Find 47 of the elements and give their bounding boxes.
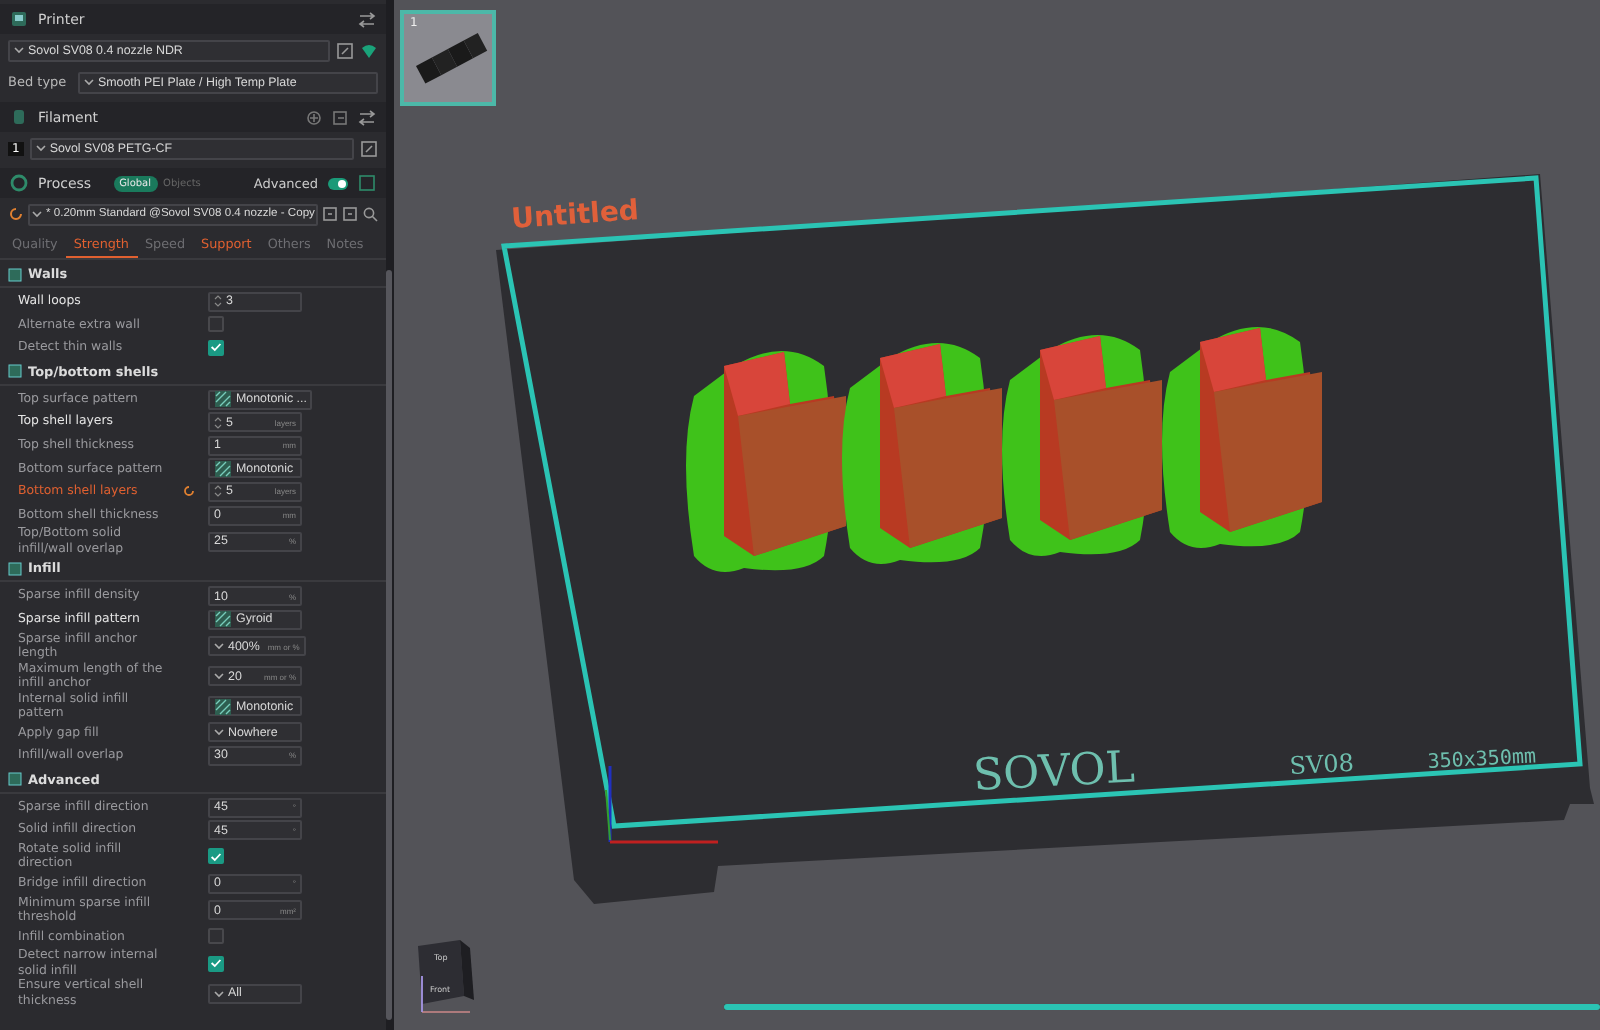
checkmark-icon (210, 342, 222, 353)
bed-size-text: 350x350mm (1427, 746, 1537, 774)
pattern-icon (214, 459, 232, 478)
checkmark-icon (210, 958, 222, 969)
edit-icon[interactable] (360, 139, 378, 157)
wifi-icon[interactable] (360, 41, 378, 59)
section-icon (8, 772, 22, 787)
swap-icon[interactable] (358, 11, 376, 27)
section-icon (8, 267, 22, 281)
spinner-icon[interactable] (214, 294, 222, 309)
reset-icon[interactable] (8, 206, 24, 222)
checkmark-icon (210, 851, 222, 862)
bed-brand-text: SOVOL (972, 743, 1137, 802)
caret-icon (214, 672, 224, 681)
reset-icon[interactable] (181, 484, 195, 499)
search-icon[interactable] (362, 206, 378, 222)
caret-icon (214, 728, 224, 737)
caret-icon (214, 642, 224, 651)
caret-icon (35, 144, 46, 152)
view-cube-drawing (418, 940, 474, 1013)
swap-icon[interactable] (358, 109, 376, 125)
caret-icon (32, 210, 42, 218)
layer-slider[interactable] (724, 1004, 1600, 1010)
pattern-icon (214, 697, 232, 716)
checkbox[interactable] (208, 848, 224, 865)
caret-icon (84, 78, 94, 86)
spinner-icon[interactable] (214, 415, 222, 430)
scrollbar-thumb[interactable] (386, 270, 392, 1020)
section-icon (8, 561, 22, 576)
checkbox[interactable] (208, 316, 224, 333)
remove-icon[interactable] (342, 206, 358, 222)
add-icon[interactable] (306, 109, 322, 125)
caret-icon (14, 46, 24, 54)
remove-icon[interactable] (332, 109, 348, 125)
checkbox[interactable] (208, 928, 224, 945)
checkbox[interactable] (208, 339, 224, 356)
plate-name: Untitled (510, 195, 640, 236)
pattern-icon (214, 610, 232, 629)
axis-drawing (605, 766, 718, 844)
caret-icon (214, 989, 224, 998)
edit-icon[interactable] (336, 41, 354, 59)
section-icon (8, 364, 22, 379)
checkbox[interactable] (208, 955, 224, 972)
pattern-icon (214, 390, 232, 409)
bed-model-text: SV08 (1288, 748, 1355, 780)
spinner-icon[interactable] (214, 484, 222, 499)
advanced-toggle[interactable] (328, 177, 348, 189)
